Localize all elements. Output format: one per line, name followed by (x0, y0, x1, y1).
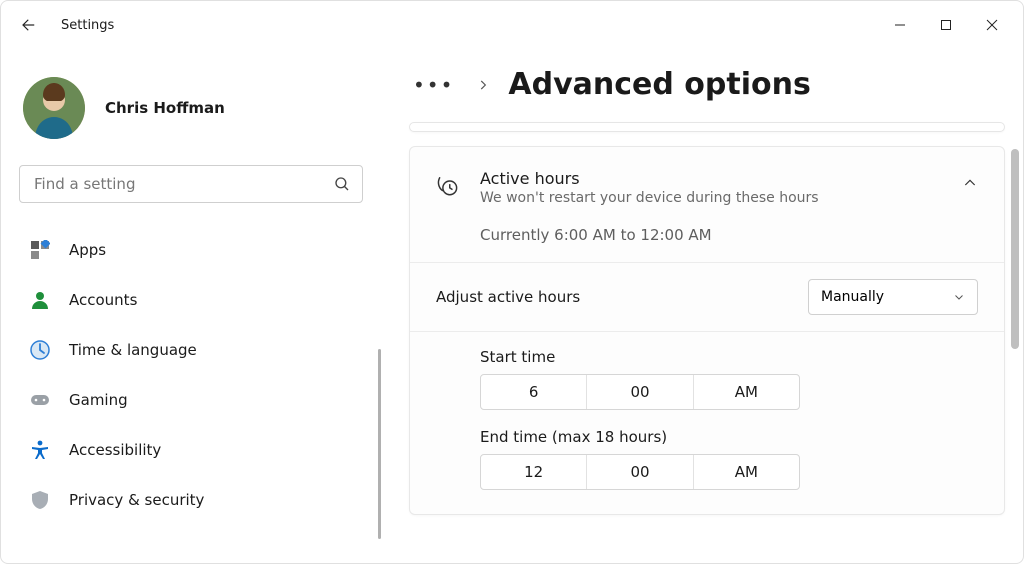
end-time-picker[interactable]: 12 00 AM (480, 454, 800, 490)
user-profile[interactable]: Chris Hoffman (23, 77, 359, 139)
sidebar-item-accounts[interactable]: Accounts (19, 275, 363, 325)
start-time-label: Start time (480, 348, 978, 366)
adjust-mode-select[interactable]: Manually (808, 279, 978, 315)
active-hours-card: Active hours We won't restart your devic… (409, 146, 1005, 515)
sidebar-item-privacy[interactable]: Privacy & security (19, 475, 363, 525)
gaming-icon (29, 389, 51, 411)
sidebar-item-label: Privacy & security (69, 491, 204, 509)
start-ampm[interactable]: AM (693, 375, 799, 409)
sidebar-item-accessibility[interactable]: Accessibility (19, 425, 363, 475)
arrow-left-icon (20, 16, 38, 34)
sidebar-item-apps[interactable]: Apps (19, 225, 363, 275)
card-status: Currently 6:00 AM to 12:00 AM (480, 226, 940, 244)
minimize-button[interactable] (877, 9, 923, 41)
window-title: Settings (61, 18, 114, 33)
start-hour[interactable]: 6 (481, 375, 586, 409)
main-scrollbar[interactable] (1011, 149, 1019, 349)
accessibility-icon (29, 439, 51, 461)
chevron-up-icon (962, 175, 978, 191)
accounts-icon (29, 289, 51, 311)
sidebar-item-label: Gaming (69, 391, 128, 409)
breadcrumb-overflow-button[interactable]: ••• (409, 69, 458, 101)
adjust-active-hours-row: Adjust active hours Manually (410, 262, 1004, 331)
search-input[interactable] (19, 165, 363, 203)
collapse-button[interactable] (962, 175, 978, 191)
previous-card-sliver (409, 122, 1005, 132)
chevron-down-icon (953, 291, 965, 303)
user-name: Chris Hoffman (105, 99, 225, 117)
page-title: Advanced options (508, 67, 810, 102)
search-wrap (19, 165, 363, 203)
end-ampm[interactable]: AM (693, 455, 799, 489)
sidebar-item-time-language[interactable]: Time & language (19, 325, 363, 375)
close-icon (986, 19, 998, 31)
time-language-icon (29, 339, 51, 361)
apps-icon (29, 239, 51, 261)
titlebar: Settings (1, 1, 1023, 49)
breadcrumb: ••• Advanced options (409, 67, 1005, 102)
end-time-label: End time (max 18 hours) (480, 428, 978, 446)
card-subtitle: We won't restart your device during thes… (480, 190, 940, 206)
maximize-button[interactable] (923, 9, 969, 41)
minimize-icon (894, 19, 906, 31)
back-button[interactable] (9, 5, 49, 45)
start-time-picker[interactable]: 6 00 AM (480, 374, 800, 410)
end-minute[interactable]: 00 (586, 455, 692, 489)
main-panel: ••• Advanced options Active hours We won… (381, 49, 1023, 565)
sidebar-item-gaming[interactable]: Gaming (19, 375, 363, 425)
time-section: Start time 6 00 AM End time (max 18 hour… (410, 331, 1004, 514)
shield-icon (29, 489, 51, 511)
search-icon (333, 175, 351, 193)
avatar (23, 77, 85, 139)
chevron-right-icon (476, 78, 490, 92)
sidebar-item-label: Accessibility (69, 441, 161, 459)
maximize-icon (940, 19, 952, 31)
adjust-label: Adjust active hours (436, 288, 580, 306)
select-value: Manually (821, 289, 884, 305)
sidebar-item-label: Accounts (69, 291, 137, 309)
active-hours-icon (436, 175, 458, 197)
card-title: Active hours (480, 169, 940, 188)
close-button[interactable] (969, 9, 1015, 41)
end-hour[interactable]: 12 (481, 455, 586, 489)
nav-list: Apps Accounts Time & language Gaming (19, 225, 363, 525)
start-minute[interactable]: 00 (586, 375, 692, 409)
sidebar-item-label: Time & language (69, 341, 197, 359)
sidebar-item-label: Apps (69, 241, 106, 259)
window-controls (877, 9, 1015, 41)
sidebar: Chris Hoffman Apps Accounts (1, 49, 381, 565)
